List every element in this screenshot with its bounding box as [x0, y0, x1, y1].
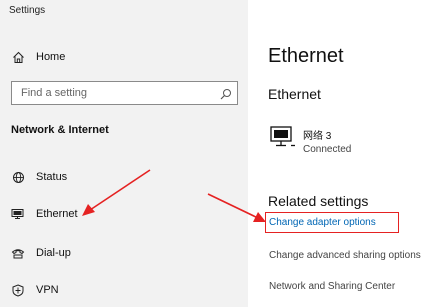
sidebar-item-status[interactable]: Status: [0, 163, 248, 191]
change-advanced-sharing-link[interactable]: Change advanced sharing options: [269, 250, 421, 261]
sidebar-item-label: Status: [36, 171, 68, 183]
sidebar-item-dialup[interactable]: Dial-up: [0, 239, 248, 267]
sidebar-item-vpn[interactable]: VPN: [0, 276, 248, 304]
vpn-icon: [11, 283, 25, 297]
app-title: Settings: [9, 5, 46, 16]
network-name[interactable]: 网络 3: [303, 127, 331, 142]
search-placeholder: Find a setting: [21, 87, 88, 99]
sidebar-item-label: Ethernet: [36, 208, 78, 220]
search-input[interactable]: Find a setting: [11, 81, 238, 105]
ethernet-icon: [11, 207, 25, 221]
section-heading-ethernet: Ethernet: [268, 86, 321, 102]
network-sharing-center-link[interactable]: Network and Sharing Center: [269, 281, 395, 292]
sidebar-item-label: VPN: [36, 284, 59, 296]
search-icon[interactable]: [220, 87, 232, 100]
globe-status-icon: [11, 170, 25, 184]
sidebar-item-label: Dial-up: [36, 247, 71, 259]
section-title: Network & Internet: [11, 124, 109, 136]
sidebar-item-ethernet[interactable]: Ethernet: [0, 200, 248, 228]
highlight-box: [265, 212, 399, 233]
sidebar-item-home[interactable]: Home: [0, 43, 248, 71]
dialup-phone-icon: [11, 246, 25, 260]
sidebar: Settings Home Find a setting Network & I…: [0, 0, 248, 307]
sidebar-item-label: Home: [36, 51, 66, 63]
network-computer-icon[interactable]: [270, 126, 296, 150]
page-title: Ethernet: [268, 45, 344, 67]
home-icon: [11, 50, 25, 64]
network-status: Connected: [303, 144, 352, 155]
related-settings-heading: Related settings: [268, 193, 369, 209]
